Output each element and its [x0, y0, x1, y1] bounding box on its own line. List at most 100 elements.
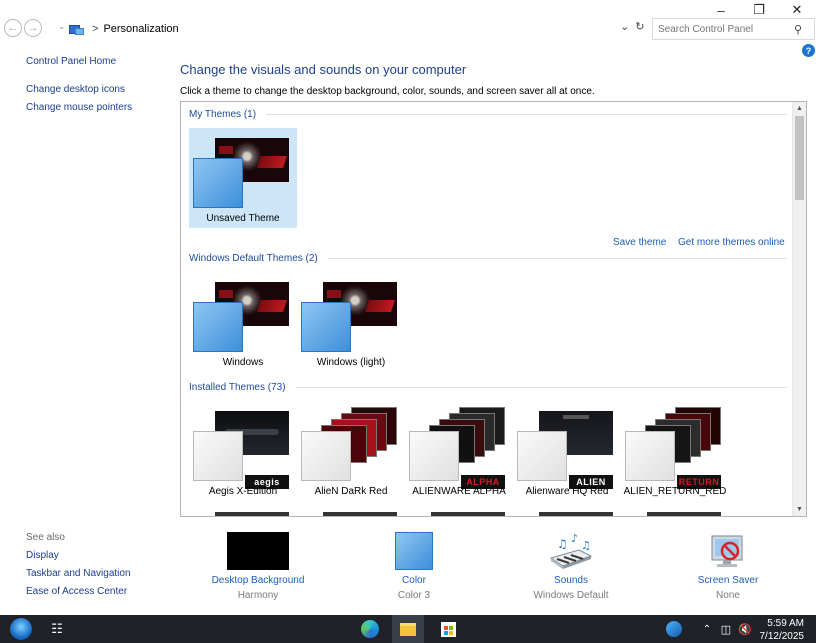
close-button[interactable]: ✕ [778, 0, 816, 20]
see-also: See also Display Taskbar and Navigation … [26, 532, 131, 597]
breadcrumb-separator-icon: > [92, 23, 99, 35]
network-icon[interactable]: ◫ [718, 615, 734, 643]
theme-alien-dark-red[interactable]: AlieN DaRk Red [297, 401, 405, 501]
theme-color-swatch [301, 302, 351, 352]
theme-color-swatch [517, 431, 567, 481]
clock-time: 5:59 AM [767, 618, 804, 629]
desktop-background-preview [227, 532, 289, 570]
theme-color-swatch [301, 431, 351, 481]
search-icon[interactable]: ⚲ [794, 23, 802, 36]
address-actions: ⌄ ↻ [620, 20, 644, 33]
setting-color[interactable]: Color Color 3 [364, 532, 464, 601]
help-icon[interactable]: ? [802, 44, 815, 57]
refresh-icon[interactable]: ↻ [635, 20, 644, 33]
search-box[interactable]: ⚲ [652, 18, 815, 40]
theme-windows-light[interactable]: Windows (light) [297, 272, 405, 372]
theme-preview-peek [323, 512, 397, 516]
task-view-icon[interactable]: ☷ [44, 615, 70, 643]
theme-preview-peek [215, 512, 289, 516]
window-controls: – ❐ ✕ [702, 0, 816, 20]
theme-list-scrollbar[interactable]: ▲ ▼ [792, 102, 806, 516]
theme-name: AlieN DaRk Red [314, 486, 388, 497]
theme-aegis-x-edition[interactable]: aegis Aegis X-Edition [189, 401, 297, 501]
see-also-ease-of-access[interactable]: Ease of Access Center [26, 586, 131, 597]
setting-label[interactable]: Screen Saver [678, 575, 778, 586]
group-title: Windows Default Themes (2) [189, 253, 318, 264]
address-row: ← → ⌄ > Personalization ⌄ ↻ ⚲ [0, 18, 816, 40]
theme-color-swatch [193, 158, 243, 208]
back-icon[interactable]: ← [4, 19, 22, 37]
nav-change-mouse-pointers[interactable]: Change mouse pointers [26, 102, 132, 113]
nav-control-panel-home[interactable]: Control Panel Home [26, 56, 132, 67]
tray-app-icon[interactable] [662, 615, 686, 643]
theme-windows[interactable]: Windows [189, 272, 297, 372]
clock[interactable]: 5:59 AM 7/12/2025 [760, 617, 805, 643]
setting-label[interactable]: Color [364, 575, 464, 586]
theme-preview-peek [539, 512, 613, 516]
address-dropdown-chevron-icon[interactable]: ⌄ [620, 20, 629, 33]
store-icon[interactable] [434, 615, 462, 643]
group-title: Installed Themes (73) [189, 382, 286, 393]
theme-name: ALIENWARE ALPHA [412, 486, 506, 497]
theme-alienware-alpha[interactable]: ALPHA ALIENWARE ALPHA [405, 401, 513, 501]
theme-name: ALIEN_RETURN_RED [623, 486, 727, 497]
volume-muted-icon[interactable]: 🔇 [736, 615, 754, 643]
minimize-button[interactable]: – [702, 0, 740, 20]
scroll-up-icon[interactable]: ▲ [796, 105, 803, 112]
theme-list[interactable]: My Themes (1) Unsaved Theme Save theme G… [180, 101, 807, 517]
group-installed-themes: Installed Themes (73) [189, 382, 787, 393]
clock-date: 7/12/2025 [759, 631, 805, 642]
see-also-display[interactable]: Display [26, 550, 131, 561]
theme-name: Alienware HQ Red [525, 486, 609, 497]
scroll-thumb[interactable] [795, 116, 804, 200]
theme-alienware-hq-red[interactable]: ALIEN Alienware HQ Red [513, 401, 621, 501]
see-also-taskbar[interactable]: Taskbar and Navigation [26, 568, 131, 579]
svg-text:♫: ♫ [557, 537, 568, 551]
setting-sounds[interactable]: ♫ ♪ ♫ Sounds Windows Default [521, 532, 621, 601]
control-panel-icon [69, 23, 85, 36]
address-bar[interactable]: > Personalization [66, 18, 650, 40]
theme-color-swatch [625, 431, 675, 481]
save-theme-link[interactable]: Save theme [613, 237, 666, 248]
color-swatch [395, 532, 433, 570]
edge-icon[interactable] [356, 615, 384, 643]
sounds-icon: ♫ ♪ ♫ [549, 532, 593, 570]
get-more-themes-link[interactable]: Get more themes online [678, 237, 785, 248]
screen-saver-icon [706, 532, 750, 570]
scroll-down-icon[interactable]: ▼ [796, 506, 803, 513]
maximize-button[interactable]: ❐ [740, 0, 778, 20]
start-button[interactable] [6, 615, 36, 643]
forward-icon[interactable]: → [24, 19, 42, 37]
setting-value: Harmony [237, 590, 279, 601]
setting-value: None [716, 590, 740, 601]
theme-name: Windows (light) [316, 357, 386, 368]
search-input[interactable] [653, 23, 788, 35]
see-also-header: See also [26, 532, 65, 543]
svg-text:♪: ♪ [571, 532, 578, 545]
theme-color-swatch [409, 431, 459, 481]
group-default-themes: Windows Default Themes (2) [189, 253, 787, 264]
theme-color-swatch [193, 431, 243, 481]
show-hidden-icons-chevron-icon[interactable]: ⌃ [700, 615, 714, 643]
group-my-themes: My Themes (1) [189, 109, 787, 120]
setting-desktop-background[interactable]: Desktop Background Harmony [208, 532, 308, 601]
group-title: My Themes (1) [189, 109, 257, 120]
start-alien-icon [10, 618, 32, 640]
theme-preview-peek [431, 512, 505, 516]
theme-preview-peek [647, 512, 721, 516]
recent-locations-chevron-icon[interactable]: ⌄ [58, 21, 66, 32]
theme-color-swatch [193, 302, 243, 352]
theme-alien-return-red[interactable]: RETURN ALIEN_RETURN_RED [621, 401, 729, 501]
theme-name: Aegis X-Edition [208, 486, 278, 497]
setting-value: Windows Default [533, 590, 609, 601]
file-explorer-icon[interactable] [392, 615, 424, 643]
page-subtitle: Click a theme to change the desktop back… [180, 86, 595, 97]
setting-label[interactable]: Sounds [521, 575, 621, 586]
setting-label[interactable]: Desktop Background [208, 575, 308, 586]
theme-unsaved[interactable]: Unsaved Theme [189, 128, 297, 228]
setting-screen-saver[interactable]: Screen Saver None [678, 532, 778, 601]
theme-name: Windows [222, 357, 264, 368]
taskbar: ☷ ⌃ ◫ 🔇 5:59 AM 7/12/2025 [0, 615, 816, 643]
breadcrumb-personalization[interactable]: Personalization [103, 23, 178, 35]
nav-change-desktop-icons[interactable]: Change desktop icons [26, 84, 132, 95]
